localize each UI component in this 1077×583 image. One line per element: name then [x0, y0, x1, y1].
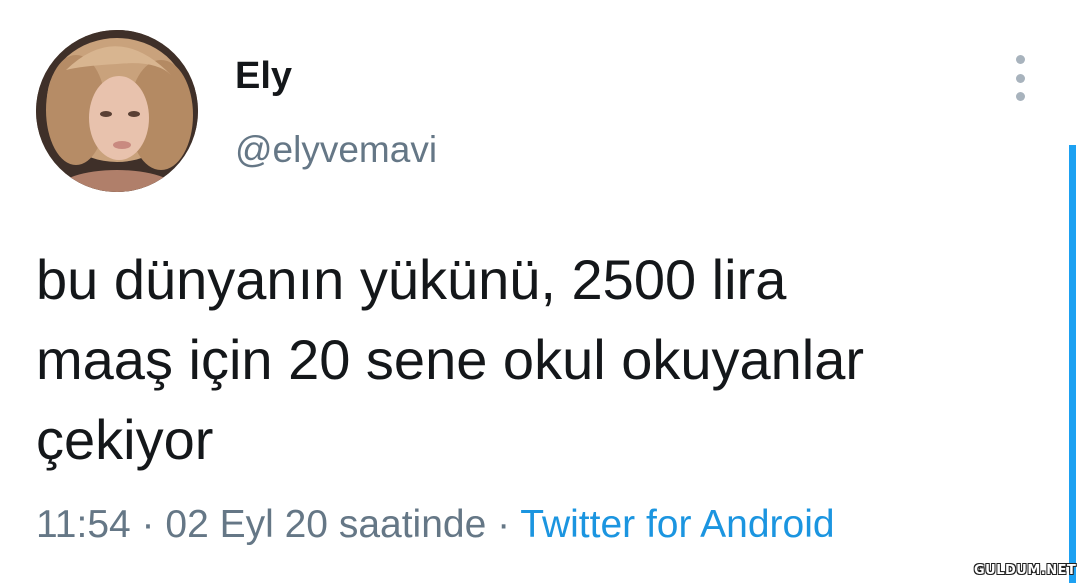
display-name[interactable]: Ely: [235, 54, 292, 98]
tweet-text: bu dünyanın yükünü, 2500 lira maaş için …: [36, 240, 1026, 480]
avatar[interactable]: [36, 30, 198, 192]
tweet-date[interactable]: 02 Eyl 20 saatinde: [165, 503, 486, 546]
more-dot: [1015, 92, 1025, 101]
tweet-text-line: bu dünyanın yükünü, 2500 lira: [36, 248, 787, 311]
more-dot: [1015, 73, 1025, 83]
meta-separator: ·: [141, 503, 155, 546]
meta-separator: ·: [497, 503, 511, 546]
avatar-photo: [36, 30, 198, 192]
watermark: GULDUM.NET: [974, 563, 1077, 578]
tweet-detail: Ely @elyvemavi bu dünyanın yükünü, 2500 …: [0, 0, 1077, 583]
tweet-text-line: çekiyor: [36, 408, 214, 471]
more-dot: [1015, 55, 1025, 64]
scrollbar[interactable]: [1069, 145, 1076, 583]
tweet-metadata: 11:54 · 02 Eyl 20 saatinde · Twitter for…: [36, 500, 835, 550]
user-handle[interactable]: @elyvemavi: [235, 128, 437, 172]
tweet-time[interactable]: 11:54: [36, 503, 131, 546]
more-options-icon[interactable]: [1006, 55, 1034, 101]
tweet-text-line: maaş için 20 sene okul okuyanlar: [36, 328, 865, 391]
tweet-source-link[interactable]: Twitter for Android: [520, 503, 834, 546]
